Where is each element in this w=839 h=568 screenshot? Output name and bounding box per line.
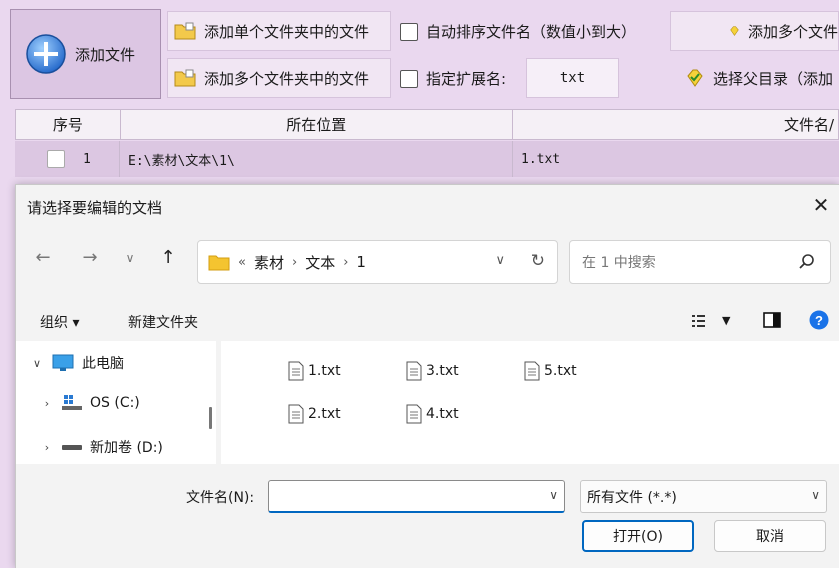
filetype-value: 所有文件 (*.*) [587,489,677,506]
gem-icon [730,26,739,36]
folder-add-icon [174,69,196,87]
file-name: 2.txt [308,406,341,422]
breadcrumb-item[interactable]: 1 [356,253,366,271]
add-multi-folder-button[interactable]: 添加多个文件夹中的文件 [167,58,391,98]
close-icon[interactable]: ✕ [809,193,833,217]
table-header: 序号 所在位置 文件名/ [15,109,839,140]
chevron-down-icon[interactable]: ∨ [549,488,558,502]
file-item[interactable]: 3.txt [406,361,459,381]
help-icon[interactable]: ? [809,310,829,330]
navigation-pane: ∨ 此电脑 › OS (C:) › 新加卷 (D:) [16,341,216,464]
specify-ext-checkbox[interactable]: 指定扩展名: [400,68,506,89]
file-name: 5.txt [544,363,577,379]
forward-arrow-icon[interactable]: → [78,247,102,268]
add-file-label: 添加文件 [75,45,136,64]
tree-label: 此电脑 [82,356,124,372]
file-item[interactable]: 2.txt [288,404,341,424]
filename-input[interactable]: ∨ [268,480,565,513]
svg-text:?: ? [815,313,823,328]
file-item[interactable]: 5.txt [524,361,577,381]
auto-sort-label: 自动排序文件名（数值小到大） [426,23,637,41]
tree-item-d-drive[interactable]: › 新加卷 (D:) [40,437,163,457]
text-file-icon [288,361,304,381]
row-checkbox[interactable] [47,150,65,168]
text-file-icon [288,404,304,424]
tree-item-this-pc[interactable]: ∨ 此电脑 [30,353,124,373]
row-filename: 1.txt [521,151,561,167]
checkbox-box[interactable] [400,22,418,41]
add-multi-files-button[interactable]: 添加多个文件 [670,11,839,51]
select-parent-button[interactable]: 选择父目录（添加 [670,58,839,98]
scrollbar-thumb[interactable] [209,407,212,429]
chevron-down-icon[interactable]: ∨ [811,488,820,502]
file-item[interactable]: 1.txt [288,361,341,381]
text-file-icon [524,361,540,381]
open-button[interactable]: 打开(O) [582,520,694,552]
chevron-right-icon[interactable]: › [40,397,54,410]
breadcrumb-chevron-icon: › [291,254,298,270]
monitor-icon [52,354,74,371]
file-name: 4.txt [426,406,459,422]
add-single-folder-button[interactable]: 添加单个文件夹中的文件 [167,11,391,51]
breadcrumb-chevron-icon: › [343,254,349,270]
add-plus-icon [26,34,66,74]
search-icon[interactable] [798,253,816,271]
file-list-pane: 1.txt 3.txt 5.txt 2.txt 4.txt [221,341,839,464]
filetype-select[interactable]: 所有文件 (*.*) ∨ [580,480,827,513]
select-parent-label: 选择父目录（添加 [713,69,834,88]
back-arrow-icon[interactable]: ← [31,247,55,268]
col-location-header[interactable]: 所在位置 [121,110,513,139]
address-bar[interactable]: « 素材 › 文本 › 1 ∨ ↻ [197,240,558,284]
file-name: 3.txt [426,363,459,379]
breadcrumb-item[interactable]: 素材 [254,252,284,273]
tree-item-c-drive[interactable]: › OS (C:) [40,395,140,411]
organize-menu[interactable]: 组织 ▾ [40,312,79,332]
checkbox-box[interactable] [400,69,418,88]
search-placeholder: 在 1 中搜索 [582,255,656,271]
drive-icon [62,445,82,450]
tree-label: 新加卷 (D:) [90,440,163,456]
auto-sort-checkbox[interactable]: 自动排序文件名（数值小到大） [400,21,636,42]
add-single-folder-label: 添加单个文件夹中的文件 [204,22,370,41]
open-file-dialog: 请选择要编辑的文档 ✕ ← → ∨ ↑ « 素材 › 文本 › 1 ∨ ↻ 在 … [15,184,839,568]
refresh-icon[interactable]: ↻ [531,251,545,271]
new-folder-button[interactable]: 新建文件夹 [128,312,198,332]
chevron-down-icon[interactable]: ∨ [495,253,505,268]
col-filename-header[interactable]: 文件名/ [513,110,838,139]
preview-pane-icon[interactable] [763,312,781,328]
text-file-icon [406,361,422,381]
dialog-title: 请选择要编辑的文档 [27,199,163,217]
add-multi-folder-label: 添加多个文件夹中的文件 [204,69,370,88]
view-list-icon[interactable] [692,314,710,328]
cancel-button[interactable]: 取消 [714,520,826,552]
up-arrow-icon[interactable]: ↑ [156,247,180,268]
folder-icon [208,255,230,270]
overflow-chevron[interactable]: « [238,255,246,270]
row-location: E:\素材\文本\1\ [120,141,513,177]
row-index: 1 [83,151,91,167]
chevron-right-icon[interactable]: › [40,441,54,454]
file-item[interactable]: 4.txt [406,404,459,424]
check-shield-icon [687,69,703,87]
breadcrumb-item[interactable]: 文本 [305,252,335,273]
ext-input[interactable]: txt [526,58,619,98]
search-input[interactable]: 在 1 中搜索 [569,240,831,284]
add-file-button[interactable]: 添加文件 [10,9,161,99]
command-bar: 组织 ▾ 新建文件夹 ▼ ? [16,302,839,340]
chevron-down-icon[interactable]: ∨ [30,357,44,370]
file-name: 1.txt [308,363,341,379]
folder-add-icon [174,22,196,40]
view-dropdown-icon[interactable]: ▼ [722,314,730,327]
tree-label: OS (C:) [90,395,140,411]
windows-drive-icon [62,395,82,410]
recent-dropdown-icon[interactable]: ∨ [118,251,142,265]
table-row[interactable]: 1 E:\素材\文本\1\ 1.txt [15,141,839,177]
specify-ext-label: 指定扩展名: [426,70,507,88]
col-index-header[interactable]: 序号 [16,110,121,139]
text-file-icon [406,404,422,424]
add-multi-files-label: 添加多个文件 [747,22,838,41]
filename-label: 文件名(N): [186,490,255,506]
